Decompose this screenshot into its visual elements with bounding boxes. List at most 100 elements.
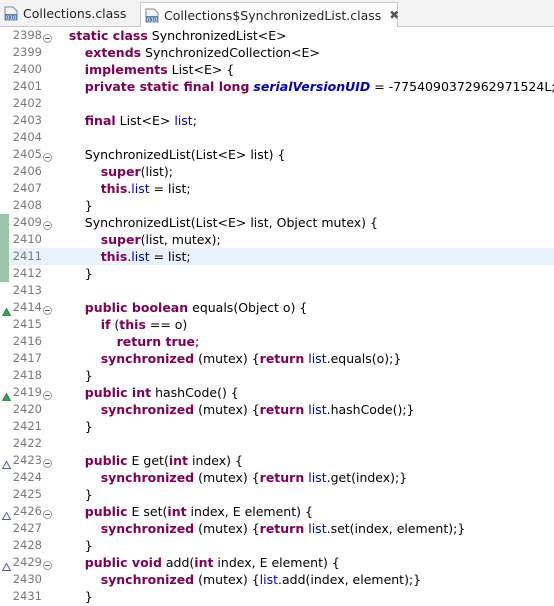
tab-collections-class[interactable]: 010 Collections.class bbox=[0, 2, 142, 25]
code-line[interactable]: 2405 SynchronizedList(List<E> list) { bbox=[0, 146, 554, 163]
code-token: } bbox=[53, 266, 93, 281]
keyword-token: return bbox=[259, 351, 305, 366]
line-number: 2398 bbox=[12, 28, 42, 42]
code-token: } bbox=[53, 419, 93, 434]
code-text: SynchronizedList(List<E> list, Object mu… bbox=[53, 214, 378, 231]
fold-collapse-icon[interactable] bbox=[43, 303, 52, 315]
code-line[interactable]: 2423 public E get(int index) { bbox=[0, 452, 554, 469]
code-line[interactable]: 2407 this.list = list; bbox=[0, 180, 554, 197]
field-token: list bbox=[131, 181, 150, 196]
field-token: list bbox=[308, 351, 327, 366]
code-line[interactable]: 2418 } bbox=[0, 367, 554, 384]
code-line[interactable]: 2426 public E set(int index, E element) … bbox=[0, 503, 554, 520]
fold-collapse-icon[interactable] bbox=[43, 507, 52, 519]
line-number: 2423 bbox=[12, 453, 42, 467]
code-line[interactable]: 2414 public boolean equals(Object o) { bbox=[0, 299, 554, 316]
code-line[interactable]: 2410 super(list, mutex); bbox=[0, 231, 554, 248]
keyword-token: synchronized bbox=[100, 572, 195, 587]
fold-collapse-icon[interactable] bbox=[43, 558, 52, 570]
code-token: ( bbox=[110, 317, 120, 332]
line-number: 2403 bbox=[12, 113, 42, 127]
code-token: ; bbox=[192, 113, 197, 128]
fold-collapse-icon[interactable] bbox=[43, 31, 52, 43]
keyword-token: return bbox=[259, 521, 305, 536]
code-text: synchronized (mutex) {return list.set(in… bbox=[53, 520, 466, 537]
code-text: public int hashCode() { bbox=[53, 384, 239, 401]
code-line[interactable]: 2416 return true; bbox=[0, 333, 554, 350]
code-text: synchronized (mutex) {return list.get(in… bbox=[53, 469, 408, 486]
code-line[interactable]: 2420 synchronized (mutex) {return list.h… bbox=[0, 401, 554, 418]
code-line[interactable]: 2400 implements List<E> { bbox=[0, 61, 554, 78]
code-line[interactable]: 2412 } bbox=[0, 265, 554, 282]
keyword-token: return bbox=[259, 470, 305, 485]
code-line[interactable]: 2419 public int hashCode() { bbox=[0, 384, 554, 401]
svg-text:010: 010 bbox=[6, 16, 17, 22]
keyword-token: this bbox=[119, 317, 146, 332]
code-text: } bbox=[53, 197, 93, 214]
code-text: } bbox=[53, 486, 93, 503]
tab-synchronizedlist-class[interactable]: 010 Collections$SynchronizedList.class ✖ bbox=[140, 2, 399, 27]
field-token: list bbox=[131, 249, 150, 264]
code-line[interactable]: 2402 bbox=[0, 95, 554, 112]
code-text: extends SynchronizedCollection<E> bbox=[53, 44, 320, 61]
fold-collapse-icon[interactable] bbox=[43, 218, 52, 230]
fold-collapse-icon[interactable] bbox=[43, 388, 52, 400]
code-line[interactable]: 2399 extends SynchronizedCollection<E> bbox=[0, 44, 554, 61]
code-line[interactable]: 2406 super(list); bbox=[0, 163, 554, 180]
fold-collapse-icon[interactable] bbox=[43, 150, 52, 162]
code-line[interactable]: 2417 synchronized (mutex) {return list.e… bbox=[0, 350, 554, 367]
code-text: } bbox=[53, 588, 93, 605]
code-text: } bbox=[53, 418, 93, 435]
code-token: .equals(o);} bbox=[326, 351, 402, 366]
keyword-token: public boolean bbox=[84, 300, 189, 315]
code-line[interactable]: 2430 synchronized (mutex) {list.add(inde… bbox=[0, 571, 554, 588]
code-line[interactable]: 2424 synchronized (mutex) {return list.g… bbox=[0, 469, 554, 486]
line-number: 2400 bbox=[12, 62, 42, 76]
code-line[interactable]: 2427 synchronized (mutex) {return list.s… bbox=[0, 520, 554, 537]
code-line[interactable]: 2403 final List<E> list; bbox=[0, 112, 554, 129]
code-text: public boolean equals(Object o) { bbox=[53, 299, 308, 316]
fold-collapse-icon[interactable] bbox=[43, 456, 52, 468]
code-line[interactable]: 2429 public void add(int index, E elemen… bbox=[0, 554, 554, 571]
code-line[interactable]: 2401 private static final long serialVer… bbox=[0, 78, 554, 95]
keyword-token: public void bbox=[84, 555, 162, 570]
code-line[interactable]: 2398 static class SynchronizedList<E> bbox=[0, 27, 554, 44]
line-number: 2424 bbox=[12, 470, 42, 484]
code-line[interactable]: 2428 } bbox=[0, 537, 554, 554]
code-line[interactable]: 2408 } bbox=[0, 197, 554, 214]
code-line[interactable]: 2422 bbox=[0, 435, 554, 452]
code-line[interactable]: 2415 if (this == o) bbox=[0, 316, 554, 333]
line-number: 2427 bbox=[12, 521, 42, 535]
code-line[interactable]: 2411 this.list = list; bbox=[0, 248, 554, 265]
line-number: 2402 bbox=[12, 96, 42, 110]
code-token: equals(Object o) { bbox=[188, 300, 308, 315]
keyword-token: public bbox=[84, 453, 128, 468]
keyword-token: synchronized bbox=[100, 521, 195, 536]
code-line[interactable]: 2404 bbox=[0, 129, 554, 146]
keyword-token: if bbox=[100, 317, 111, 332]
code-token: (list, mutex); bbox=[140, 232, 221, 247]
code-line[interactable]: 2413 bbox=[0, 282, 554, 299]
code-line[interactable]: 2421 } bbox=[0, 418, 554, 435]
tab-label: Collections$SynchronizedList.class bbox=[164, 7, 382, 23]
line-number: 2426 bbox=[12, 504, 42, 518]
keyword-token: return bbox=[259, 402, 305, 417]
keyword-token: return true bbox=[116, 334, 196, 349]
code-line[interactable]: 2425 } bbox=[0, 486, 554, 503]
code-token: } bbox=[53, 538, 93, 553]
code-text: } bbox=[53, 537, 93, 554]
line-number: 2422 bbox=[12, 436, 42, 450]
close-icon[interactable]: ✖ bbox=[389, 8, 399, 22]
line-number: 2428 bbox=[12, 538, 42, 552]
code-editor[interactable]: 2398 static class SynchronizedList<E> 239… bbox=[0, 27, 554, 606]
code-line[interactable]: 2409 SynchronizedList(List<E> list, Obje… bbox=[0, 214, 554, 231]
code-token: .hashCode();} bbox=[326, 402, 415, 417]
code-line[interactable]: 2431 } bbox=[0, 588, 554, 605]
code-token: } bbox=[53, 487, 93, 502]
code-token: E set( bbox=[127, 504, 168, 519]
